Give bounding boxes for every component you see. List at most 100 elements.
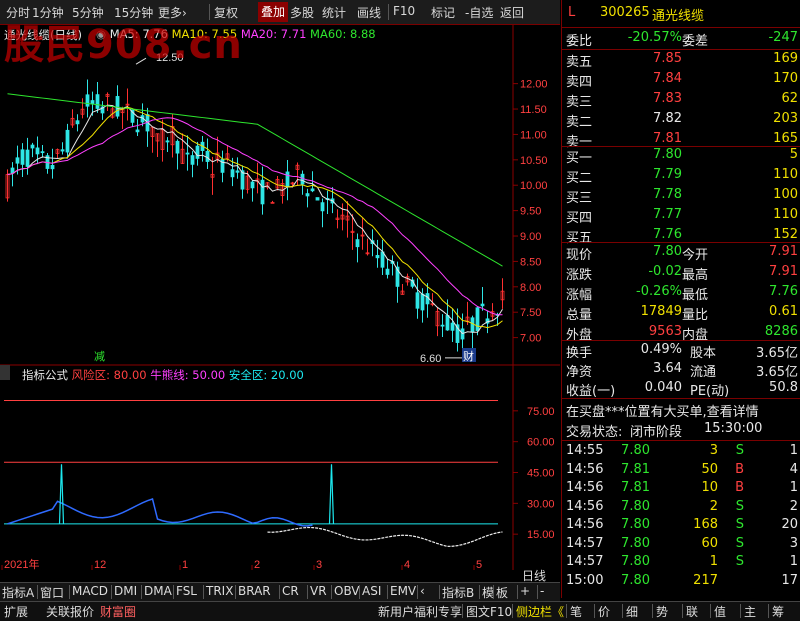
- bid-price: 7.80: [653, 147, 682, 162]
- indicator-tick-label: 15.00: [527, 529, 555, 541]
- toolbar-item-10[interactable]: F10: [393, 4, 415, 18]
- tick-side: S: [735, 535, 744, 551]
- indicator-tab-1[interactable]: 窗口: [40, 584, 64, 601]
- candle-body: [115, 96, 120, 117]
- indicator-tab-5[interactable]: FSL: [176, 584, 197, 598]
- price-tick-label: 12.00: [520, 79, 548, 91]
- x-axis-label: 12: [94, 559, 106, 570]
- stat-label: 涨跌: [566, 268, 593, 283]
- bottom-right-tab-0[interactable]: 图文F10: [466, 603, 512, 620]
- stat-value: 7.91: [769, 264, 798, 279]
- bottom-right-tab-3[interactable]: 价: [598, 603, 610, 620]
- bottom-right-tab-5[interactable]: 势: [656, 603, 668, 620]
- indicator-tab-17[interactable]: +: [520, 584, 530, 598]
- bottom-right-tab-8[interactable]: 主: [744, 603, 756, 620]
- candle-body: [355, 239, 360, 248]
- tab-divider: [622, 604, 623, 618]
- candle-body: [20, 149, 25, 165]
- indicator-tab-13[interactable]: ‹: [420, 584, 425, 598]
- x-axis-label: 3: [316, 559, 322, 570]
- promo-link[interactable]: 新用户福利专享: [378, 603, 462, 620]
- tab-divider: [439, 585, 440, 599]
- stat-value: 3.65亿: [756, 346, 798, 361]
- tick-side: B: [735, 461, 744, 477]
- toolbar-item-8[interactable]: 统计: [322, 4, 346, 21]
- toolbar-item-6[interactable]: 叠加: [258, 2, 289, 22]
- tick-volume: 50: [701, 461, 718, 477]
- tab-divider: [517, 585, 518, 599]
- bottom-right-tab-7[interactable]: 值: [714, 603, 726, 620]
- tab-divider: [493, 585, 494, 599]
- bottom-left-tab-0[interactable]: 扩展: [4, 603, 28, 620]
- ma-legend-item: MA20: 7.71: [240, 27, 311, 41]
- tab-divider: [279, 585, 280, 599]
- indicator-tab-8[interactable]: CR: [282, 584, 299, 598]
- indicator-tab-11[interactable]: ASI: [362, 584, 381, 598]
- tick-price: 7.81: [621, 461, 650, 477]
- indicator-tab-0[interactable]: 指标A: [2, 584, 34, 601]
- indicator-tab-12[interactable]: EMV: [390, 584, 416, 598]
- tab-divider: [710, 604, 711, 618]
- stat-value: 7.80: [653, 244, 682, 259]
- candle-body: [230, 169, 235, 178]
- bid-label: 买三: [566, 191, 593, 206]
- price-tick-label: 8.00: [520, 282, 541, 294]
- indicator-tab-16[interactable]: 板: [496, 584, 508, 601]
- bottom-right-tab-1[interactable]: 侧边栏《: [516, 603, 564, 620]
- indicator-tab-14[interactable]: 指标B: [442, 584, 474, 601]
- indicator-name[interactable]: 指标公式: [22, 368, 72, 382]
- indicator-spike: [328, 464, 335, 524]
- stat-label: 总量: [566, 308, 593, 323]
- stat-label: 今开: [682, 248, 709, 263]
- toolbar-item-13[interactable]: 返回: [500, 4, 524, 21]
- indicator-tab-3[interactable]: DMI: [114, 584, 137, 598]
- stat-label: 流通: [690, 365, 717, 380]
- tick-count: 20: [781, 517, 798, 532]
- candle-body: [310, 188, 315, 192]
- candle-body: [315, 197, 320, 201]
- indicator-tab-4[interactable]: DMA: [144, 584, 172, 598]
- bottom-right-tab-9[interactable]: 筹: [772, 603, 784, 620]
- tab-divider: [359, 585, 360, 599]
- stat-label: 最低: [682, 288, 709, 303]
- tick-time: 14:57: [566, 535, 604, 551]
- toolbar-divider: [388, 4, 389, 20]
- price-tick-label: 7.50: [520, 307, 541, 319]
- indicator-tab-6[interactable]: TRIX: [206, 584, 233, 598]
- bottom-left-tab-2[interactable]: 财富圈: [100, 603, 136, 620]
- tick-side: B: [735, 480, 744, 495]
- indicator-tab-7[interactable]: BRAR: [238, 584, 271, 598]
- indicator-tab-9[interactable]: VR: [310, 584, 327, 598]
- candle-body: [85, 94, 90, 107]
- stat2-row: 净资 3.64 流通 3.65亿: [566, 360, 798, 380]
- tick-volume: 10: [701, 480, 718, 495]
- bottom-right-tab-6[interactable]: 联: [686, 603, 698, 620]
- indicator-tick-label: 30.00: [527, 498, 555, 510]
- bottom-right-tab-2[interactable]: 笔: [570, 603, 582, 620]
- indicator-tick-label: 60.00: [527, 437, 555, 449]
- price-tick-label: 10.00: [520, 180, 548, 192]
- kline-chart[interactable]: 12.00 11.50 11.00 10.50 10.00 9.50 9.00 8.50 8.0…: [0, 25, 560, 570]
- toolbar-item-7[interactable]: 多股: [290, 4, 314, 21]
- divider: [562, 440, 800, 441]
- indicator-tab-10[interactable]: OBV: [334, 584, 360, 598]
- bottom-left-tab-1[interactable]: 关联报价: [46, 603, 94, 620]
- stat2-row: 换手 0.49% 股本 3.65亿: [566, 341, 798, 361]
- bid-row: 买三 7.78 100: [566, 186, 798, 206]
- bottom-right-tab-4[interactable]: 细: [626, 603, 638, 620]
- candle-body: [50, 164, 55, 170]
- ask-price: 7.83: [653, 91, 682, 106]
- indicator-legend: 指标公式 风险区: 80.00 牛熊线: 50.00 安全区: 20.00: [22, 367, 304, 383]
- ask-price: 7.81: [653, 131, 682, 146]
- price-tick-label: 9.00: [520, 231, 541, 243]
- toolbar-item-9[interactable]: 画线: [357, 4, 381, 21]
- toolbar-item-12[interactable]: -自选: [465, 4, 493, 21]
- indicator-tab-18[interactable]: -: [540, 584, 544, 598]
- toolbar-item-11[interactable]: 标记: [431, 4, 455, 21]
- indicator-tab-2[interactable]: MACD: [72, 584, 108, 598]
- ask-price: 7.82: [653, 111, 682, 126]
- trade-state: 闭市阶段: [630, 425, 683, 440]
- notice-row[interactable]: 在买盘***位置有大买单,查看详情: [566, 400, 798, 420]
- period-label[interactable]: 日线: [522, 567, 546, 584]
- tab-divider: [307, 585, 308, 599]
